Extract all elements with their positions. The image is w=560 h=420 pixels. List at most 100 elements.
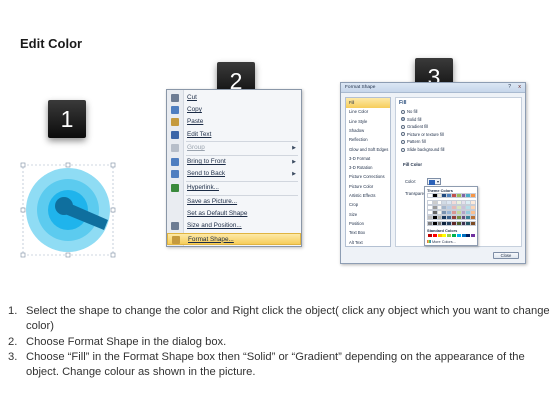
dialog-titlebar[interactable]: Format Shape ? x <box>341 83 525 93</box>
color-swatch[interactable] <box>460 192 467 199</box>
color-swatch[interactable] <box>446 192 453 199</box>
selection-handle[interactable] <box>110 162 116 168</box>
context-menu-item[interactable]: Edit Text <box>167 129 301 141</box>
color-swatch[interactable] <box>455 204 462 211</box>
close-button[interactable]: Close <box>493 252 519 259</box>
color-swatch[interactable] <box>446 204 453 211</box>
color-swatch[interactable] <box>456 234 461 238</box>
color-swatch[interactable] <box>455 192 462 199</box>
color-swatch[interactable] <box>451 192 457 199</box>
color-swatch[interactable] <box>460 199 467 205</box>
color-swatch[interactable] <box>460 210 467 216</box>
context-menu-item[interactable]: Copy <box>167 104 301 116</box>
color-picker-button[interactable]: ▾ <box>427 178 441 185</box>
color-swatch[interactable] <box>441 220 448 226</box>
color-swatch[interactable] <box>446 210 453 216</box>
selection-handle[interactable] <box>65 162 71 168</box>
color-swatch[interactable] <box>427 192 433 199</box>
color-swatch[interactable] <box>465 192 472 199</box>
color-swatch[interactable] <box>470 204 477 211</box>
context-menu-item[interactable]: Set as Default Shape <box>167 208 301 220</box>
selection-handle[interactable] <box>20 252 26 258</box>
context-menu-item[interactable]: Send to Back ▶ <box>167 168 301 180</box>
color-swatch[interactable] <box>465 215 472 221</box>
color-swatch[interactable] <box>460 215 467 221</box>
selection-handle[interactable] <box>20 207 26 213</box>
color-swatch[interactable] <box>427 204 433 211</box>
color-swatch[interactable] <box>470 199 477 205</box>
color-swatch[interactable] <box>431 199 438 205</box>
fill-option-radio[interactable]: Slide background fill <box>401 147 444 153</box>
dialog-category-item[interactable]: 3-D Format <box>346 154 390 164</box>
dialog-category-item[interactable]: Shadow <box>346 126 390 136</box>
fill-option-radio[interactable]: Solid fill <box>401 117 421 123</box>
context-menu-item[interactable]: Paste <box>167 116 301 128</box>
color-swatch[interactable] <box>465 210 472 216</box>
color-swatch[interactable] <box>436 215 443 221</box>
fill-option-radio[interactable]: Pattern fill <box>401 139 426 145</box>
selection-handle[interactable] <box>110 207 116 213</box>
fill-option-radio[interactable]: No fill <box>401 109 417 115</box>
color-swatch[interactable] <box>431 192 438 199</box>
color-swatch[interactable] <box>465 199 472 205</box>
dialog-category-item[interactable]: Fill <box>346 98 390 108</box>
color-swatch[interactable] <box>441 210 448 216</box>
color-swatch[interactable] <box>441 199 448 205</box>
dialog-category-item[interactable]: Picture Corrections <box>346 172 390 182</box>
color-swatch[interactable] <box>427 220 433 226</box>
dialog-category-item[interactable]: Line Color <box>346 107 390 117</box>
dialog-category-item[interactable]: Line Style <box>346 117 390 127</box>
target-shape-graphic[interactable] <box>20 156 116 258</box>
context-menu-item[interactable]: Format Shape... <box>167 232 301 245</box>
color-swatch[interactable] <box>455 210 462 216</box>
selection-handle[interactable] <box>110 252 116 258</box>
color-swatch[interactable] <box>451 210 457 216</box>
color-swatch[interactable] <box>437 234 442 238</box>
color-swatch[interactable] <box>428 234 432 238</box>
color-swatch[interactable] <box>470 215 477 221</box>
close-icon[interactable]: x <box>518 84 521 90</box>
color-swatch[interactable] <box>432 234 437 238</box>
color-swatch[interactable] <box>465 220 472 226</box>
dialog-category-item[interactable]: Alt Text <box>346 238 390 248</box>
context-menu-item[interactable]: Cut <box>167 92 301 104</box>
more-colors-item[interactable]: More Colors... <box>427 240 456 244</box>
color-swatch[interactable] <box>436 204 443 211</box>
dialog-category-item[interactable]: Reflection <box>346 135 390 145</box>
color-swatch[interactable] <box>446 199 453 205</box>
color-swatch[interactable] <box>466 234 471 238</box>
color-swatch[interactable] <box>451 199 457 205</box>
color-swatch[interactable] <box>436 220 443 226</box>
color-swatch[interactable] <box>470 220 477 226</box>
color-swatch[interactable] <box>451 215 457 221</box>
dialog-category-item[interactable]: Size <box>346 210 390 220</box>
dialog-category-item[interactable]: Glow and Soft Edges <box>346 145 390 155</box>
color-swatch[interactable] <box>446 220 453 226</box>
dialog-category-item[interactable]: Text Box <box>346 228 390 238</box>
color-swatch[interactable] <box>451 220 457 226</box>
fill-option-radio[interactable]: Picture or texture fill <box>401 132 444 138</box>
context-menu-item[interactable]: Save as Picture... <box>167 196 301 208</box>
color-swatch[interactable] <box>436 210 443 216</box>
context-menu-item[interactable]: Size and Position... <box>167 220 301 232</box>
color-swatch[interactable] <box>447 234 452 238</box>
color-swatch[interactable] <box>441 215 448 221</box>
dialog-category-item[interactable]: 3-D Rotation <box>346 163 390 173</box>
color-swatch[interactable] <box>470 210 477 216</box>
color-swatch[interactable] <box>465 204 472 211</box>
color-swatch[interactable] <box>470 192 477 199</box>
color-swatch[interactable] <box>442 234 447 238</box>
color-swatch[interactable] <box>427 199 433 205</box>
fill-option-radio[interactable]: Gradient fill <box>401 124 428 130</box>
color-swatch[interactable] <box>441 204 448 211</box>
dialog-category-item[interactable]: Picture Color <box>346 182 390 192</box>
color-swatch[interactable] <box>455 215 462 221</box>
context-menu-item[interactable]: Bring to Front ▶ <box>167 156 301 168</box>
color-swatch[interactable] <box>441 192 448 199</box>
color-swatch[interactable] <box>460 220 467 226</box>
color-swatch[interactable] <box>471 234 476 238</box>
dialog-category-item[interactable]: Crop <box>346 200 390 210</box>
color-swatch[interactable] <box>431 215 438 221</box>
color-swatch[interactable] <box>455 220 462 226</box>
dialog-category-item[interactable]: Position <box>346 219 390 229</box>
